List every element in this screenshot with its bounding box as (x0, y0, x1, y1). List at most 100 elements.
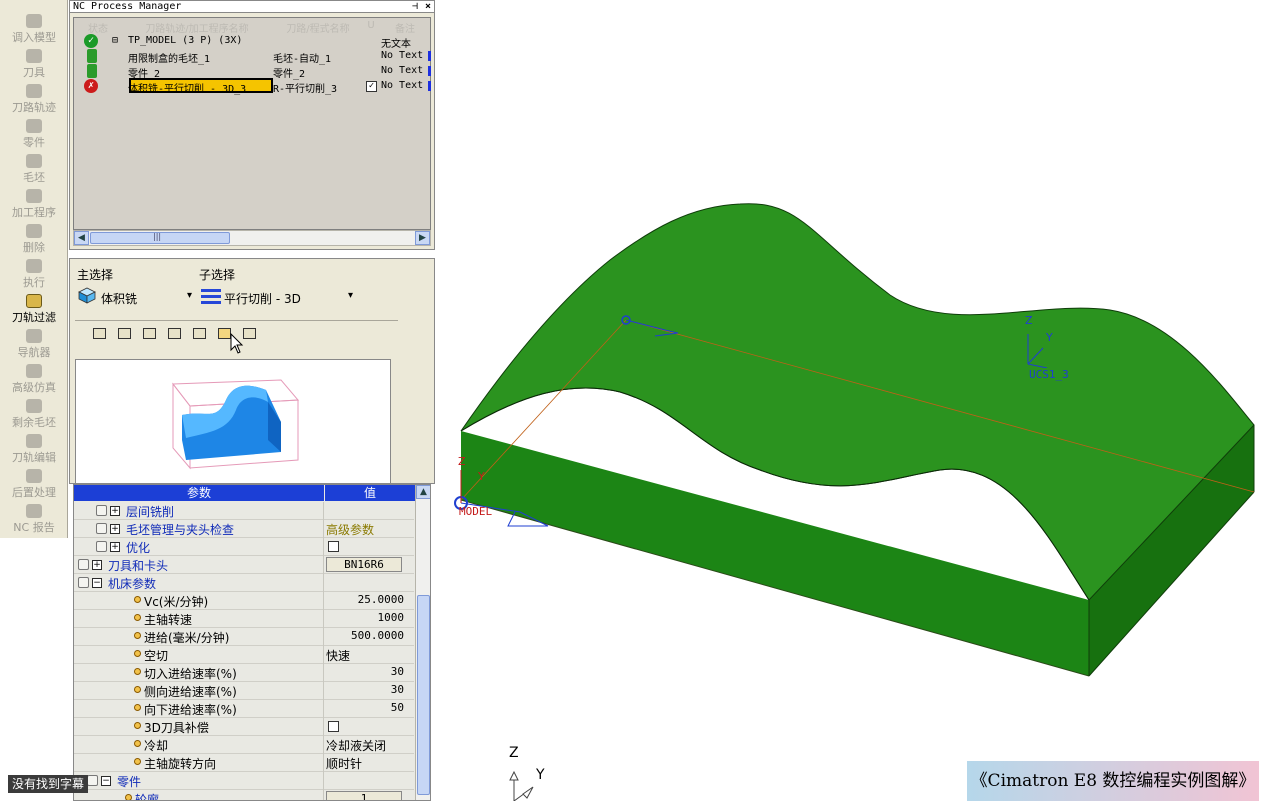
open-procedure-icon[interactable] (115, 325, 135, 343)
toolbar-item-11[interactable]: 剩余毛坯 (0, 397, 68, 432)
toolbar-item-14[interactable]: NC 报告 (0, 502, 68, 537)
toolbar-item-label: 刀轨过滤 (12, 311, 56, 324)
world-axis-z: Z (509, 745, 519, 761)
new-procedure-icon[interactable] (90, 325, 110, 343)
header-tool[interactable]: 刀路/程式名称 (272, 20, 364, 35)
param-checkbox[interactable] (328, 721, 339, 732)
header-note[interactable]: 备注 (378, 20, 432, 35)
vertical-scrollbar[interactable]: ▲ (415, 485, 430, 800)
toolpath-row[interactable]: 零件_2 零件_2 No Text (74, 64, 432, 80)
expand-icon[interactable]: + (110, 524, 120, 534)
toolbar-item-0[interactable]: 调入模型 (0, 12, 68, 47)
toolbar-item-6[interactable]: 删除 (0, 222, 68, 257)
param-row[interactable]: − 零件 (74, 772, 414, 790)
param-name: 空切 (144, 649, 169, 663)
param-row[interactable]: Vc(米/分钟) 25.0000 (74, 592, 414, 610)
toolbar-item-8[interactable]: 刀轨过滤 (0, 292, 68, 327)
header-name[interactable]: 刀路轨迹/加工程序名称 (122, 20, 272, 35)
param-row[interactable]: 侧向进给速率(%) 30 (74, 682, 414, 700)
param-row[interactable]: + 层间铣削 (74, 502, 414, 520)
3d-viewport[interactable]: Z Y UCS1_3 Z Y MODEL Z Y (437, 0, 1280, 802)
note-marker (428, 66, 431, 76)
param-value-button[interactable]: 1 (326, 791, 402, 800)
load-template-icon[interactable] (165, 325, 185, 343)
param-value-button[interactable]: BN16R6 (326, 557, 402, 572)
param-row[interactable]: + 毛坯管理与夹头检查 高级参数 (74, 520, 414, 538)
param-row[interactable]: 冷却 冷却液关闭 (74, 736, 414, 754)
save-template-icon[interactable] (140, 325, 160, 343)
param-row[interactable]: − 机床参数 (74, 574, 414, 592)
sub-selection-dropdown[interactable]: 平行切削 - 3D ▾ (200, 287, 360, 306)
header-status[interactable]: 状态 (74, 20, 122, 35)
toolbar-item-12[interactable]: 刀轨编辑 (0, 432, 68, 467)
status-done-icon (87, 64, 97, 78)
param-row[interactable]: + 刀具和卡头 BN16R6 (74, 556, 414, 574)
param-value[interactable]: 冷却液关闭 (326, 737, 404, 754)
param-name: 主轴旋转方向 (144, 757, 217, 771)
param-value[interactable]: 500.0000 (326, 629, 404, 642)
param-name: 主轴转速 (144, 613, 193, 627)
collapse-icon[interactable]: − (92, 578, 102, 588)
param-value[interactable]: 25.0000 (326, 593, 404, 606)
toolbar-item-13[interactable]: 后置处理 (0, 467, 68, 502)
close-icon[interactable]: × (425, 1, 431, 13)
column-divider (323, 646, 324, 664)
toolbar-item-2[interactable]: 刀路轨迹 (0, 82, 68, 117)
ucs-triad-icon (1025, 328, 1055, 371)
toolbar-item-5[interactable]: 加工程序 (0, 187, 68, 222)
toolpath-row[interactable]: 用限制盒的毛坯_1 毛坯-自动_1 No Text (74, 49, 432, 65)
collapse-icon[interactable]: ⊟ (112, 35, 118, 46)
param-row[interactable]: 空切 快速 (74, 646, 414, 664)
param-name: 轮廓 (135, 793, 160, 801)
toolbar-item-7[interactable]: 执行 (0, 257, 68, 292)
chevron-down-icon[interactable]: ▾ (348, 290, 353, 301)
nc-process-manager: NC Process Manager ⊣ × 状态 刀路轨迹/加工程序名称 刀路… (69, 0, 435, 250)
param-row[interactable]: 切入进给速率(%) 30 (74, 664, 414, 682)
scroll-thumb[interactable]: ||| (90, 232, 230, 244)
pin-icon[interactable]: ⊣ (412, 1, 418, 13)
horizontal-scrollbar[interactable]: ◀ ||| ▶ (73, 230, 431, 246)
toolbar-item-4[interactable]: 毛坯 (0, 152, 68, 187)
toolpath-name: TP_MODEL (3 P) (3X) (128, 35, 243, 46)
scroll-up-button[interactable]: ▲ (416, 485, 430, 499)
param-value[interactable]: 快速 (326, 647, 404, 664)
header-u[interactable]: U (364, 20, 378, 33)
param-value[interactable]: 30 (326, 683, 404, 696)
param-row[interactable]: 3D刀具补偿 (74, 718, 414, 736)
scroll-right-button[interactable]: ▶ (415, 231, 430, 245)
post-process-icon (26, 469, 42, 483)
param-row[interactable]: 主轴转速 1000 (74, 610, 414, 628)
main-selection-dropdown[interactable]: 体积铣 ▾ (77, 287, 197, 306)
param-value[interactable]: 高级参数 (326, 521, 404, 538)
toolbar-item-10[interactable]: 高级仿真 (0, 362, 68, 397)
scroll-left-button[interactable]: ◀ (74, 231, 89, 245)
scroll-thumb[interactable] (417, 595, 430, 795)
param-row[interactable]: 主轴旋转方向 顺时针 (74, 754, 414, 772)
param-row[interactable]: + 优化 (74, 538, 414, 556)
param-value[interactable]: 30 (326, 665, 404, 678)
param-row[interactable]: 进给(毫米/分钟) 500.0000 (74, 628, 414, 646)
expand-icon[interactable]: + (92, 560, 102, 570)
expand-icon[interactable]: + (110, 506, 120, 516)
toolpath-row[interactable]: ✓ ⊟ TP_MODEL (3 P) (3X) 无文本 (74, 34, 432, 50)
divider (75, 320, 398, 321)
use-checkbox[interactable]: ✓ (366, 81, 377, 92)
toolbar-item-3[interactable]: 零件 (0, 117, 68, 152)
model-axis-y: Y (478, 470, 485, 483)
param-bulb-icon (134, 758, 141, 765)
toolpath-row[interactable]: ✗ 体积铣-平行切削 - 3D_3 R-平行切削_3 ✓ No Text (74, 78, 432, 95)
stock-icon (26, 154, 42, 168)
toolbar-item-label: 零件 (23, 136, 45, 149)
param-value[interactable]: 50 (326, 701, 404, 714)
toolbar-item-1[interactable]: 刀具 (0, 47, 68, 82)
collapse-icon[interactable]: − (101, 776, 111, 786)
param-value[interactable]: 顺时针 (326, 755, 404, 772)
copy-params-icon[interactable] (190, 325, 210, 343)
toolbar-item-9[interactable]: 导航器 (0, 327, 68, 362)
expand-icon[interactable]: + (110, 542, 120, 552)
chevron-down-icon[interactable]: ▾ (187, 290, 192, 301)
param-row[interactable]: 向下进给速率(%) 50 (74, 700, 414, 718)
param-value[interactable]: 1000 (326, 611, 405, 624)
param-row[interactable]: 轮廓 1 (74, 790, 414, 801)
param-checkbox[interactable] (328, 541, 339, 552)
